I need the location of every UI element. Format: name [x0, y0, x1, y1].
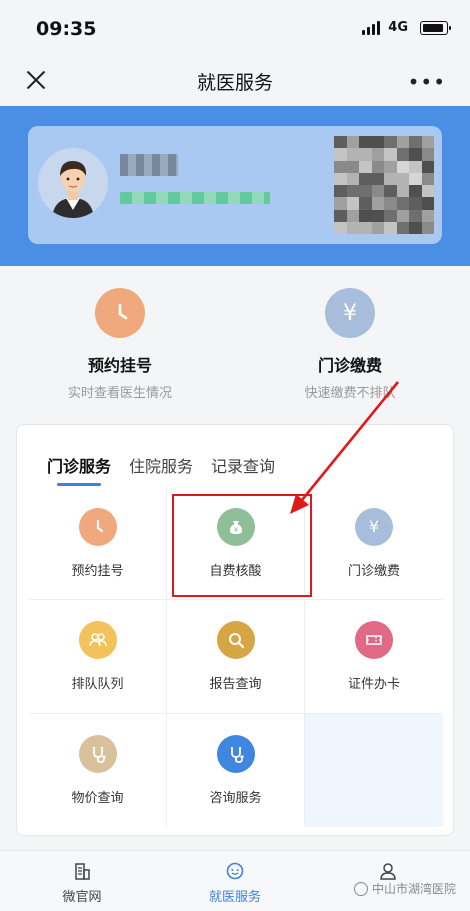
service-outpatient-payment[interactable]: ¥ 门诊缴费: [305, 487, 443, 601]
service-tabs: 门诊服务 住院服务 记录查询: [47, 453, 275, 486]
status-indicators: 4G: [362, 20, 451, 35]
tabbar-item-medical-services[interactable]: 就医服务: [185, 861, 285, 905]
stethoscope-icon: [216, 734, 255, 773]
service-card-application[interactable]: 证件办卡: [305, 600, 443, 714]
service-price-query[interactable]: 物价查询: [29, 713, 167, 827]
service-queue[interactable]: 排队队列: [29, 600, 167, 714]
yen-icon: ¥: [325, 288, 375, 338]
service-label: 咨询服务: [209, 790, 262, 806]
watermark: 中山市湖湾医院: [353, 880, 456, 897]
quick-action-payment[interactable]: ¥ 门诊缴费 快速缴费不排队: [260, 288, 440, 401]
service-label: 排队队列: [71, 676, 124, 692]
clock-icon: [78, 507, 117, 546]
quick-action-title: 门诊缴费: [317, 356, 382, 375]
avatar: [38, 148, 108, 218]
yen-icon: ¥: [355, 507, 393, 546]
service-label: 门诊缴费: [347, 563, 400, 579]
nav-bar: 就医服务 •••: [0, 56, 470, 106]
service-report-query[interactable]: 报告查询: [167, 600, 305, 714]
services-panel: 门诊服务 住院服务 记录查询 预约挂号 ¥ 自费核酸 ¥ 门诊缴费 排队队列 报…: [16, 424, 454, 836]
tabbar-label: 就医服务: [208, 890, 261, 905]
watermark-text: 中山市湖湾医院: [371, 882, 456, 896]
quick-action-title: 预约挂号: [87, 356, 152, 375]
patient-id-redacted: [120, 192, 270, 204]
quick-action-appointment[interactable]: 预约挂号 实时查看医生情况: [30, 288, 210, 401]
patient-banner: [0, 106, 470, 266]
user-icon: [378, 861, 398, 881]
service-label: 报告查询: [209, 676, 262, 692]
status-bar: 09:35 4G: [0, 0, 470, 56]
tabbar-label: 微官网: [62, 890, 102, 905]
building-icon: [72, 861, 92, 881]
quick-action-subtitle: 实时查看医生情况: [67, 386, 172, 401]
clock-icon: [95, 288, 145, 338]
wechat-logo-icon: [353, 881, 368, 896]
chat-icon: [225, 861, 245, 881]
ticket-icon: [355, 620, 393, 659]
signal-icon: [362, 20, 381, 35]
page-title: 就医服务: [196, 72, 273, 94]
qr-code-redacted[interactable]: [334, 136, 434, 234]
avatar-illustration: [38, 148, 108, 218]
status-time: 09:35: [36, 18, 97, 40]
patient-card[interactable]: [28, 126, 442, 244]
tab-inpatient[interactable]: 住院服务: [129, 453, 193, 477]
network-type: 4G: [388, 20, 408, 35]
service-label: 物价查询: [71, 790, 124, 806]
battery-icon: [420, 20, 451, 35]
tabbar-item-website[interactable]: 微官网: [32, 861, 132, 905]
highlight-box: [172, 494, 312, 597]
patient-name-redacted: [120, 154, 178, 176]
people-icon: [78, 620, 117, 659]
tab-outpatient[interactable]: 门诊服务: [47, 453, 111, 486]
more-icon[interactable]: •••: [408, 70, 446, 94]
search-icon: [216, 620, 255, 659]
service-label: 证件办卡: [347, 676, 400, 692]
quick-action-subtitle: 快速缴费不排队: [304, 386, 396, 401]
service-label: 预约挂号: [71, 563, 124, 579]
stethoscope-icon: [78, 734, 117, 773]
tab-records[interactable]: 记录查询: [211, 453, 275, 477]
service-consultation[interactable]: 咨询服务: [167, 713, 305, 827]
empty-cell: [305, 713, 443, 827]
service-appointment[interactable]: 预约挂号: [29, 487, 167, 601]
